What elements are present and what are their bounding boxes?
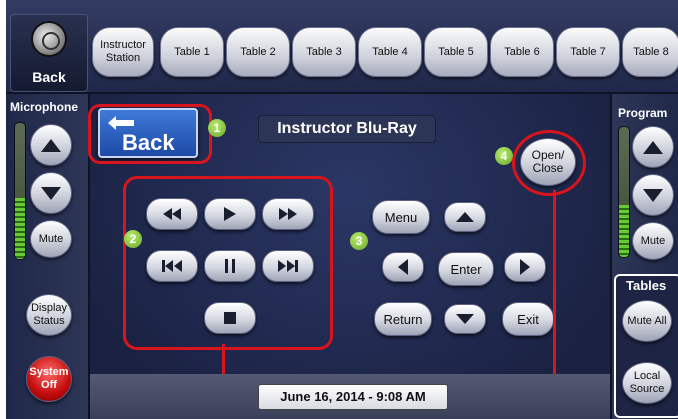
pause-button[interactable]	[204, 250, 256, 282]
program-level-meter	[618, 126, 630, 258]
program-title: Program	[618, 106, 668, 120]
arrow-up-icon	[456, 212, 474, 222]
program-volume-down-button[interactable]	[632, 174, 674, 216]
arrow-right-icon	[520, 259, 530, 275]
microphone-mute-button[interactable]: Mute	[30, 220, 72, 258]
annotation-circle-open-close	[512, 130, 586, 196]
annotation-box-back	[88, 104, 212, 164]
arrow-up-icon	[643, 140, 663, 154]
microphone-volume-down-button[interactable]	[30, 172, 72, 214]
next-chapter-icon	[278, 260, 298, 272]
tab-table-8[interactable]: Table 8	[622, 27, 678, 77]
program-volume-up-button[interactable]	[632, 126, 674, 168]
tab-table-7[interactable]: Table 7	[556, 27, 620, 77]
stop-button[interactable]	[204, 302, 256, 334]
microphone-title: Microphone	[10, 100, 78, 114]
tab-table-6[interactable]: Table 6	[490, 27, 554, 77]
arrow-up-icon	[41, 138, 61, 152]
top-back-button[interactable]: Back	[10, 14, 88, 92]
previous-chapter-button[interactable]	[146, 250, 198, 282]
university-seal-icon	[33, 23, 65, 55]
fast-forward-icon	[279, 208, 297, 220]
previous-chapter-icon	[162, 260, 182, 272]
local-source-button[interactable]: Local Source	[622, 362, 672, 404]
tables-title: Tables	[626, 278, 667, 293]
enter-button[interactable]: Enter	[438, 252, 494, 286]
control-screen: Back Instructor Station Table 1 Table 2 …	[6, 0, 678, 419]
mute-all-button[interactable]: Mute All	[622, 300, 672, 342]
play-icon	[224, 207, 236, 221]
annotation-badge-1: 1	[208, 119, 226, 137]
microphone-volume-up-button[interactable]	[30, 124, 72, 166]
nav-down-button[interactable]	[444, 304, 486, 334]
program-mute-button[interactable]: Mute	[632, 222, 674, 260]
page-title: Instructor Blu-Ray	[258, 115, 436, 143]
program-level-fill	[619, 205, 629, 257]
nav-up-button[interactable]	[444, 202, 486, 232]
tab-table-4[interactable]: Table 4	[358, 27, 422, 77]
rewind-icon	[163, 208, 181, 220]
exit-button[interactable]: Exit	[502, 302, 554, 336]
top-back-label: Back	[32, 69, 66, 85]
tab-instructor-station[interactable]: Instructor Station	[92, 27, 154, 77]
date-time-display: June 16, 2014 - 9:08 AM	[258, 384, 448, 410]
arrow-down-icon	[456, 314, 474, 324]
microphone-level-meter	[14, 122, 26, 260]
annotation-badge-2: 2	[124, 230, 142, 248]
play-button[interactable]	[204, 198, 256, 230]
arrow-down-icon	[643, 188, 663, 202]
tab-table-3[interactable]: Table 3	[292, 27, 356, 77]
display-status-button[interactable]: Display Status	[26, 294, 72, 336]
return-button[interactable]: Return	[374, 302, 432, 336]
rewind-button[interactable]	[146, 198, 198, 230]
menu-button[interactable]: Menu	[372, 200, 430, 234]
fast-forward-button[interactable]	[262, 198, 314, 230]
arrow-left-icon	[398, 259, 408, 275]
next-chapter-button[interactable]	[262, 250, 314, 282]
system-off-button[interactable]: System Off	[26, 356, 72, 402]
stop-icon	[224, 312, 236, 324]
tab-table-1[interactable]: Table 1	[160, 27, 224, 77]
tab-table-2[interactable]: Table 2	[226, 27, 290, 77]
nav-right-button[interactable]	[504, 252, 546, 282]
annotation-badge-4: 4	[495, 147, 513, 165]
pause-icon	[225, 259, 235, 273]
nav-left-button[interactable]	[382, 252, 424, 282]
arrow-down-icon	[41, 186, 61, 200]
annotation-badge-3: 3	[350, 232, 368, 250]
microphone-level-fill	[15, 197, 25, 259]
tab-table-5[interactable]: Table 5	[424, 27, 488, 77]
